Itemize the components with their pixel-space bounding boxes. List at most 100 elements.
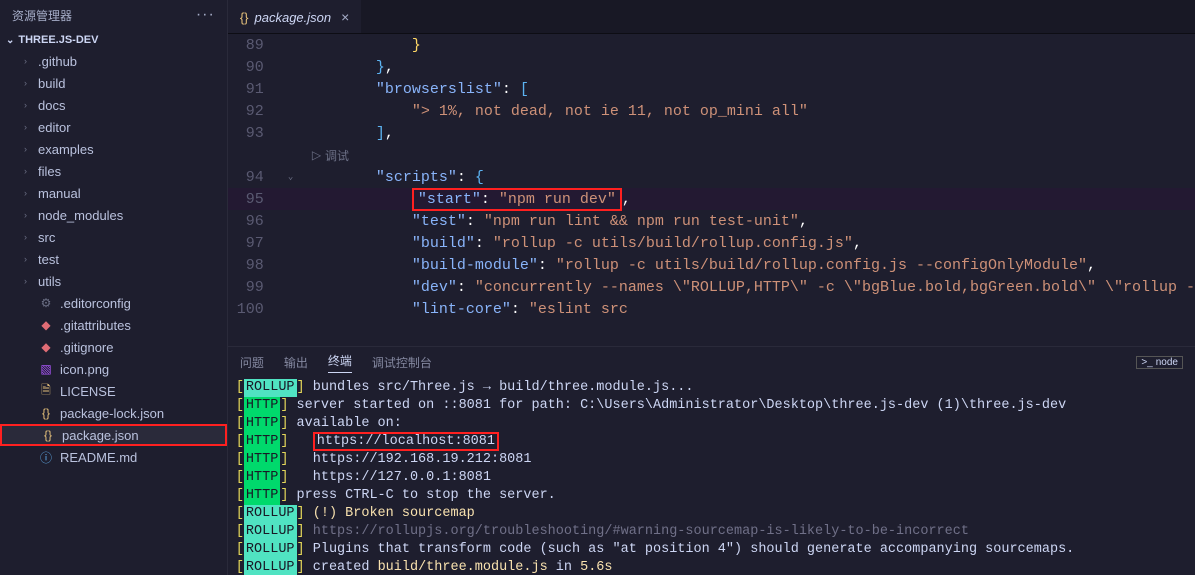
line-number: 96 — [228, 213, 288, 230]
tree-folder[interactable]: ›files — [0, 160, 227, 182]
play-icon: ▷ — [312, 148, 321, 162]
project-name: THREE.JS-DEV — [18, 34, 98, 46]
folder-label: test — [38, 252, 59, 267]
tree-folder[interactable]: ›test — [0, 248, 227, 270]
chevron-right-icon: › — [24, 276, 36, 286]
terminal-line: [ROLLUP] Plugins that transform code (su… — [236, 541, 1187, 559]
terminal-line: [ROLLUP] https://rollupjs.org/troublesho… — [236, 523, 1187, 541]
line-number: 92 — [228, 103, 288, 120]
file-icon: {} — [38, 406, 54, 420]
line-number: 93 — [228, 125, 288, 142]
chevron-right-icon: › — [24, 188, 36, 198]
code-content: "browserslist": [ — [304, 81, 529, 98]
chevron-right-icon: › — [24, 232, 36, 242]
tree-file[interactable]: ⚙.editorconfig — [0, 292, 227, 314]
tab-bar: {} package.json × — [228, 0, 1195, 34]
code-line[interactable]: 96 "test": "npm run lint && npm run test… — [228, 210, 1195, 232]
tree-folder[interactable]: ›utils — [0, 270, 227, 292]
file-icon: {} — [40, 428, 56, 442]
code-line[interactable]: 100 "lint-core": "eslint src — [228, 298, 1195, 320]
tree-file[interactable]: 🗎LICENSE — [0, 380, 227, 402]
code-line[interactable]: 98 "build-module": "rollup -c utils/buil… — [228, 254, 1195, 276]
tree-file[interactable]: ◆.gitignore — [0, 336, 227, 358]
folder-label: src — [38, 230, 55, 245]
tree-folder[interactable]: ›.github — [0, 50, 227, 72]
line-number: 95 — [228, 191, 288, 208]
chevron-right-icon: › — [24, 144, 36, 154]
panel-tab[interactable]: 输出 — [284, 354, 308, 371]
folder-label: .github — [38, 54, 77, 69]
code-content: ], — [304, 125, 394, 142]
file-tree: ›.github›build›docs›editor›examples›file… — [0, 50, 227, 575]
tree-folder[interactable]: ›editor — [0, 116, 227, 138]
tree-file[interactable]: {}package-lock.json — [0, 402, 227, 424]
code-line[interactable]: 89 } — [228, 34, 1195, 56]
tree-folder[interactable]: ›build — [0, 72, 227, 94]
folder-label: node_modules — [38, 208, 123, 223]
tree-file[interactable]: ◆.gitattributes — [0, 314, 227, 336]
tree-folder[interactable]: ›docs — [0, 94, 227, 116]
panel-tab[interactable]: 调试控制台 — [372, 354, 432, 371]
terminal-output[interactable]: [ROLLUP] bundles src/Three.js → build/th… — [228, 377, 1195, 575]
tab-package-json[interactable]: {} package.json × — [228, 0, 362, 33]
terminal-process-badge[interactable]: >_ node — [1136, 356, 1183, 369]
code-line[interactable]: 97 "build": "rollup -c utils/build/rollu… — [228, 232, 1195, 254]
explorer-header: 资源管理器 ··· — [0, 0, 227, 30]
line-number: 99 — [228, 279, 288, 296]
file-label: .gitattributes — [60, 318, 131, 333]
debug-hint[interactable]: ▷调试 — [304, 147, 349, 164]
code-content: "scripts": { — [304, 169, 484, 186]
process-name: node — [1156, 357, 1178, 368]
terminal-line: [HTTP] https://192.168.19.212:8081 — [236, 451, 1187, 469]
chevron-right-icon: › — [24, 210, 36, 220]
terminal-line: [HTTP] https://localhost:8081 — [236, 433, 1187, 451]
panel-tab[interactable]: 终端 — [328, 352, 352, 373]
code-editor[interactable]: 89 }90 },91 "browserslist": [92 "> 1%, n… — [228, 34, 1195, 346]
fold-gutter[interactable]: ⌄ — [288, 172, 304, 182]
explorer-title: 资源管理器 — [12, 7, 72, 24]
code-line[interactable]: ▷调试 — [228, 144, 1195, 166]
chevron-right-icon: › — [24, 122, 36, 132]
code-content: "dev": "concurrently --names \"ROLLUP,HT… — [304, 279, 1195, 296]
line-number: 98 — [228, 257, 288, 274]
tree-folder[interactable]: ›node_modules — [0, 204, 227, 226]
terminal-line: [ROLLUP] bundles src/Three.js → build/th… — [236, 379, 1187, 397]
code-content: } — [304, 37, 421, 54]
json-icon: {} — [240, 10, 249, 25]
file-icon: ▧ — [38, 362, 54, 376]
code-line[interactable]: 92 "> 1%, not dead, not ie 11, not op_mi… — [228, 100, 1195, 122]
code-line[interactable]: 94⌄ "scripts": { — [228, 166, 1195, 188]
tree-file[interactable]: ▧ icon.png — [0, 358, 227, 380]
file-label: package.json — [62, 428, 139, 443]
tree-file[interactable]: ⓘREADME.md — [0, 446, 227, 468]
code-line[interactable]: 91 "browserslist": [ — [228, 78, 1195, 100]
chevron-right-icon: › — [24, 254, 36, 264]
file-icon: ⓘ — [38, 449, 54, 466]
tree-folder[interactable]: ›src — [0, 226, 227, 248]
code-line[interactable]: 90 }, — [228, 56, 1195, 78]
more-actions-icon[interactable]: ··· — [196, 6, 215, 24]
tree-folder[interactable]: ›manual — [0, 182, 227, 204]
panel-tabs: 问题 输出 终端 调试控制台 >_ node — [228, 347, 1195, 377]
code-line[interactable]: 99 "dev": "concurrently --names \"ROLLUP… — [228, 276, 1195, 298]
tree-file[interactable]: {} package.json — [0, 424, 227, 446]
close-icon[interactable]: × — [341, 9, 349, 25]
file-icon: ⚙ — [38, 296, 54, 310]
terminal-line: [HTTP] press CTRL-C to stop the server. — [236, 487, 1187, 505]
terminal-line: [ROLLUP] (!) Broken sourcemap — [236, 505, 1187, 523]
code-content: }, — [304, 59, 394, 76]
code-line[interactable]: 93 ], — [228, 122, 1195, 144]
code-content: "build-module": "rollup -c utils/build/r… — [304, 257, 1096, 274]
file-label: icon.png — [60, 362, 109, 377]
terminal-line: [HTTP] available on: — [236, 415, 1187, 433]
folder-label: build — [38, 76, 65, 91]
line-number: 97 — [228, 235, 288, 252]
code-line[interactable]: 95 "start": "npm run dev", — [228, 188, 1195, 210]
code-content: "lint-core": "eslint src — [304, 301, 628, 318]
project-header[interactable]: ⌄ THREE.JS-DEV — [0, 30, 227, 50]
panel-tab[interactable]: 问题 — [240, 354, 264, 371]
tree-folder[interactable]: ›examples — [0, 138, 227, 160]
panel-right-actions: >_ node — [1136, 356, 1183, 369]
line-number: 90 — [228, 59, 288, 76]
file-label: LICENSE — [60, 384, 116, 399]
